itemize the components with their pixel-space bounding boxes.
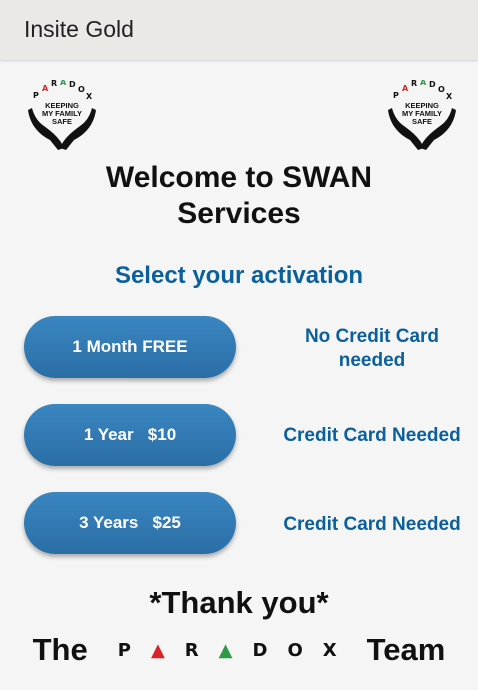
svg-text:O: O [438, 85, 445, 94]
select-activation-heading: Select your activation [114, 262, 364, 289]
team-suffix: Team [366, 632, 446, 667]
svg-text:A: A [420, 80, 427, 87]
team-signature: The P ▲ R ▲ D O X Team [0, 632, 478, 668]
one-year-button[interactable]: 1 Year $10 [24, 404, 236, 466]
welcome-heading: Welcome to SWAN Services [0, 160, 478, 232]
red-triangle-icon: ▲ [150, 639, 165, 661]
svg-text:O: O [78, 85, 85, 94]
note-line1: No Credit Card [304, 326, 440, 347]
svg-text:P: P [393, 91, 399, 100]
brand-letter: D [252, 639, 268, 661]
svg-text:A: A [60, 80, 67, 87]
app-title: Insite Gold [24, 16, 134, 42]
svg-text:SAFE: SAFE [412, 117, 432, 126]
svg-text:X: X [86, 92, 93, 101]
svg-text:R: R [51, 80, 57, 88]
svg-text:A: A [402, 84, 409, 93]
team-prefix: The [32, 632, 88, 667]
brand-letter: R [184, 639, 199, 661]
note-line2: needed [338, 350, 406, 371]
svg-text:X: X [446, 92, 453, 101]
svg-text:P: P [33, 91, 39, 100]
thank-you-text: *Thank you* [149, 585, 329, 620]
brand-letter: X [322, 639, 337, 661]
paradox-logo-right: P A R A D O X KEEPING MY FAMILY SAFE [384, 80, 460, 152]
brand-letter: P [117, 639, 131, 661]
three-years-button[interactable]: 3 Years $25 [24, 492, 236, 554]
welcome-line2: Services [177, 197, 301, 230]
credit-card-needed-note-1: Credit Card Needed [283, 425, 461, 446]
hands-logo-icon: P A R A D O X KEEPING MY FAMILY SAFE [388, 80, 456, 150]
svg-text:D: D [429, 80, 436, 89]
no-credit-card-note: No Credit Card needed [272, 325, 472, 373]
svg-text:SAFE: SAFE [52, 117, 72, 126]
welcome-line1: Welcome to SWAN [105, 161, 373, 194]
hands-logo-icon: P A R A D O X KEEPING MY FAMILY SAFE [28, 80, 96, 150]
one-month-free-button[interactable]: 1 Month FREE [24, 316, 236, 378]
app-bar: Insite Gold [0, 0, 478, 60]
svg-text:D: D [69, 80, 76, 89]
svg-text:R: R [411, 80, 417, 88]
paradox-brand: P ▲ R ▲ D O X [108, 640, 347, 661]
paradox-logo-left: P A R A D O X KEEPING MY FAMILY SAFE [24, 80, 100, 152]
green-triangle-icon: ▲ [218, 639, 233, 661]
credit-card-needed-note-2: Credit Card Needed [283, 514, 461, 535]
brand-letter: O [287, 639, 303, 661]
svg-text:A: A [42, 84, 49, 93]
